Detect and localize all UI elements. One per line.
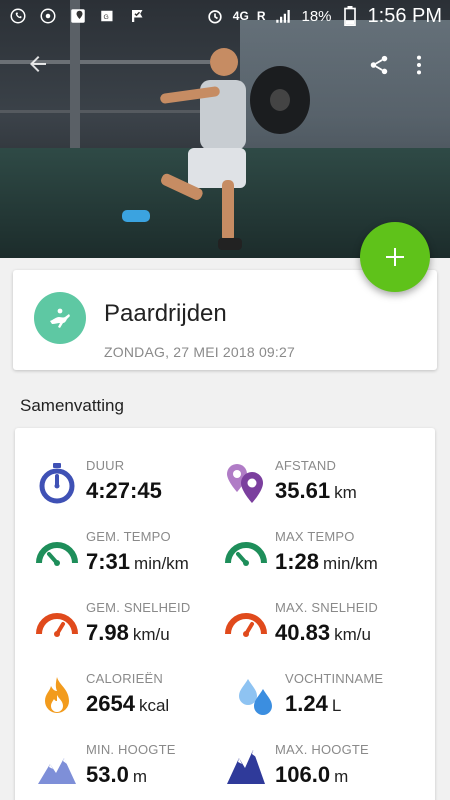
stat-duration: DUUR 4:27:45	[36, 458, 236, 518]
speed-gauge-icon	[36, 613, 78, 637]
google-news-icon: G	[98, 6, 118, 26]
battery-percent: 18%	[301, 7, 332, 25]
alarm-icon	[205, 6, 225, 26]
location-pins-icon	[227, 464, 263, 503]
battery-icon	[340, 6, 360, 26]
stat-avg-pace: GEM. TEMPO 7:31 min/km	[36, 529, 236, 589]
stat-max-speed: MAX. SNELHEID 40.83 km/u	[225, 600, 425, 660]
stopwatch-icon	[39, 463, 75, 504]
stat-distance: AFSTAND 35.61 km	[225, 458, 425, 518]
stat-label: GEM. TEMPO	[86, 529, 171, 544]
clock: 1:56 PM	[367, 4, 442, 27]
signal-icon	[273, 6, 293, 26]
back-arrow-icon[interactable]	[26, 52, 50, 76]
activity-date: ZONDAG, 27 MEI 2018 09:27	[104, 344, 295, 360]
stat-max-pace: MAX TEMPO 1:28 min/km	[225, 529, 425, 589]
stat-value: 40.83 km/u	[275, 620, 371, 645]
stat-avg-speed: GEM. SNELHEID 7.98 km/u	[36, 600, 236, 660]
stat-label: GEM. SNELHEID	[86, 600, 191, 615]
stat-value: 1.24 L	[285, 691, 342, 716]
stat-label: CALORIEËN	[86, 671, 163, 686]
tempo-gauge-icon	[36, 542, 78, 566]
athlete-illustration	[122, 48, 310, 250]
notification-icons: G	[8, 6, 148, 26]
stat-hydration: VOCHTINNAME 1.24 L	[235, 671, 435, 731]
stat-label: AFSTAND	[275, 458, 337, 473]
plus-icon	[386, 248, 404, 266]
stat-label: VOCHTINNAME	[285, 671, 384, 686]
checkmark-flag-icon	[128, 6, 148, 26]
summary-card: DUUR 4:27:45 AFSTAND 35.61 km GEM. TEMPO …	[15, 428, 435, 800]
stat-min-altitude: MIN. HOOGTE 53.0 m	[36, 742, 236, 800]
stat-label: MAX. SNELHEID	[275, 600, 379, 615]
roaming-label: R	[256, 9, 266, 23]
stat-value: 53.0 m	[86, 762, 147, 787]
water-drops-icon	[239, 679, 272, 715]
activity-title: Paardrijden	[104, 300, 227, 327]
sync-icon	[38, 6, 58, 26]
stat-label: DUUR	[86, 458, 125, 473]
stat-label: MIN. HOOGTE	[86, 742, 176, 757]
stat-value: 35.61 km	[275, 478, 357, 503]
speed-gauge-icon	[225, 613, 267, 637]
hero-image	[0, 0, 450, 258]
mountain-icon	[38, 758, 76, 784]
stat-value: 4:27:45	[86, 478, 162, 503]
add-button[interactable]	[360, 222, 430, 292]
system-status: 4G R 18% 1:56 PM	[205, 5, 442, 28]
network-type-label: 4G	[232, 9, 249, 23]
stat-value: 7.98 km/u	[86, 620, 170, 645]
stat-value: 2654 kcal	[86, 691, 170, 716]
stat-value: 1:28 min/km	[275, 549, 378, 574]
stat-max-altitude: MAX. HOOGTE 106.0 m	[225, 742, 425, 800]
stat-value: 106.0 m	[275, 762, 349, 787]
svg-text:G: G	[104, 14, 109, 21]
more-options-icon[interactable]	[414, 54, 424, 76]
whatsapp-icon	[8, 6, 28, 26]
flame-icon	[45, 677, 69, 713]
status-bar: G 4G R 18% 1:56 PM	[0, 0, 450, 32]
tempo-gauge-icon	[225, 542, 267, 566]
mountain-icon	[227, 750, 265, 784]
maps-icon	[68, 6, 88, 26]
stat-value: 7:31 min/km	[86, 549, 189, 574]
share-icon[interactable]	[368, 54, 390, 76]
stat-label: MAX. HOOGTE	[275, 742, 369, 757]
stat-label: MAX TEMPO	[275, 529, 355, 544]
stat-calories: CALORIEËN 2654 kcal	[36, 671, 236, 731]
summary-heading: Samenvatting	[20, 396, 124, 415]
horse-riding-icon	[34, 292, 86, 344]
